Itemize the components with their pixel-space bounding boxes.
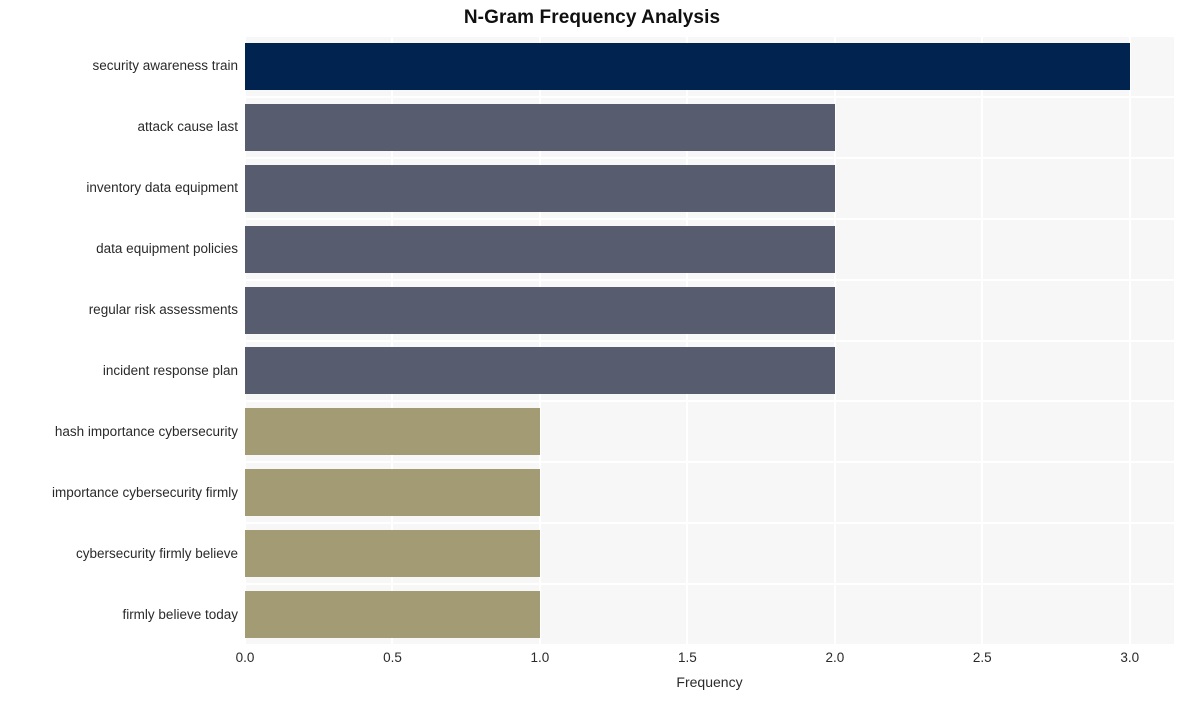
y-tick-label: firmly believe today (122, 606, 238, 622)
gridline-horizontal (245, 400, 1174, 403)
gridline-horizontal (245, 95, 1174, 98)
x-tick-label: 3.0 (1120, 650, 1140, 665)
gridline-horizontal (245, 461, 1174, 464)
x-tick-label: 1.0 (530, 650, 550, 665)
y-tick-label: data equipment policies (96, 241, 238, 257)
y-tick-label: security awareness train (92, 58, 238, 74)
bar (245, 286, 835, 334)
x-tick-label: 2.5 (972, 650, 992, 665)
y-tick-label: regular risk assessments (88, 302, 238, 318)
bar (245, 225, 835, 273)
x-tick-label: 2.0 (825, 650, 845, 665)
chart-title: N-Gram Frequency Analysis (463, 7, 721, 28)
gridline-horizontal (245, 583, 1174, 586)
x-tick-label: 0.0 (235, 650, 255, 665)
x-axis-title: Frequency (676, 674, 743, 690)
y-axis-tick-labels: security awareness train attack cause las… (0, 36, 238, 645)
gridline-horizontal (245, 644, 1174, 645)
bar (245, 530, 540, 578)
gridline-horizontal (245, 217, 1174, 220)
gridline-horizontal (245, 156, 1174, 159)
chart-figure: N-Gram Frequency Analysis security aware… (0, 0, 1184, 701)
x-tick-label: 1.5 (677, 650, 697, 665)
y-tick-label: importance cybersecurity firmly (51, 484, 238, 500)
y-tick-label: cybersecurity firmly believe (75, 545, 238, 561)
y-tick-label: incident response plan (102, 362, 238, 378)
y-tick-label: inventory data equipment (86, 180, 238, 196)
bar (245, 591, 540, 639)
gridline-horizontal (245, 36, 1174, 37)
bar (245, 469, 540, 517)
bar (245, 164, 835, 212)
bar (245, 42, 1130, 90)
gridline-horizontal (245, 522, 1174, 525)
x-tick-label: 0.5 (383, 650, 402, 665)
bar (245, 103, 835, 151)
bar (245, 347, 835, 395)
y-tick-label: hash importance cybersecurity (54, 423, 238, 439)
bar (245, 408, 540, 456)
plot-area (245, 36, 1174, 645)
y-tick-label: attack cause last (137, 119, 238, 135)
gridline-horizontal (245, 278, 1174, 281)
x-axis-tick-labels: 0.0 0.5 1.0 1.5 2.0 2.5 3.0 (236, 650, 1174, 670)
gridline-horizontal (245, 339, 1174, 342)
